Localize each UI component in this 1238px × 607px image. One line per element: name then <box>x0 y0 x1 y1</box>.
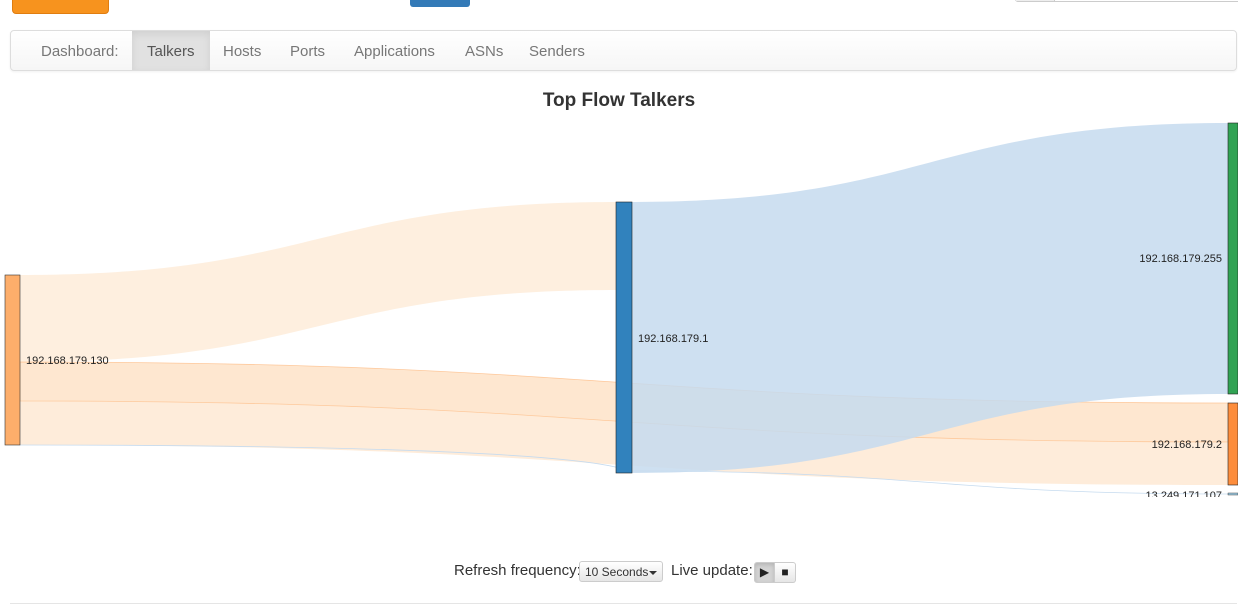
node-13-249-171-107[interactable] <box>1227 492 1238 496</box>
stop-button[interactable]: ■ <box>775 562 796 583</box>
refresh-frequency-value: 10 Seconds <box>585 565 649 579</box>
play-button[interactable]: ▶ <box>754 562 775 583</box>
refresh-frequency-label: Refresh frequency: <box>454 562 581 579</box>
caret-down-icon <box>649 571 657 575</box>
node-label-192-168-179-2: 192.168.179.2 <box>1152 439 1222 451</box>
footer-divider <box>10 603 1237 604</box>
node-192-168-179-1[interactable] <box>615 201 633 474</box>
live-update-label: Live update: <box>671 562 753 579</box>
node-192-168-179-2[interactable] <box>1227 402 1238 486</box>
refresh-frequency-select[interactable]: 10 Seconds <box>579 561 663 582</box>
sankey-chart: 192.168.179.130 192.168.179.1 192.168.17… <box>4 122 1238 502</box>
node-label-192-168-179-130: 192.168.179.130 <box>26 355 109 367</box>
play-icon: ▶ <box>759 565 770 579</box>
node-label-192-168-179-255: 192.168.179.255 <box>1139 253 1222 265</box>
stop-icon: ■ <box>781 565 789 579</box>
label-clip <box>1100 497 1238 509</box>
node-label-192-168-179-1: 192.168.179.1 <box>638 333 708 345</box>
link-130-to-1[interactable] <box>20 202 617 362</box>
node-192-168-179-130[interactable] <box>4 274 21 446</box>
node-192-168-179-255[interactable] <box>1227 122 1238 395</box>
